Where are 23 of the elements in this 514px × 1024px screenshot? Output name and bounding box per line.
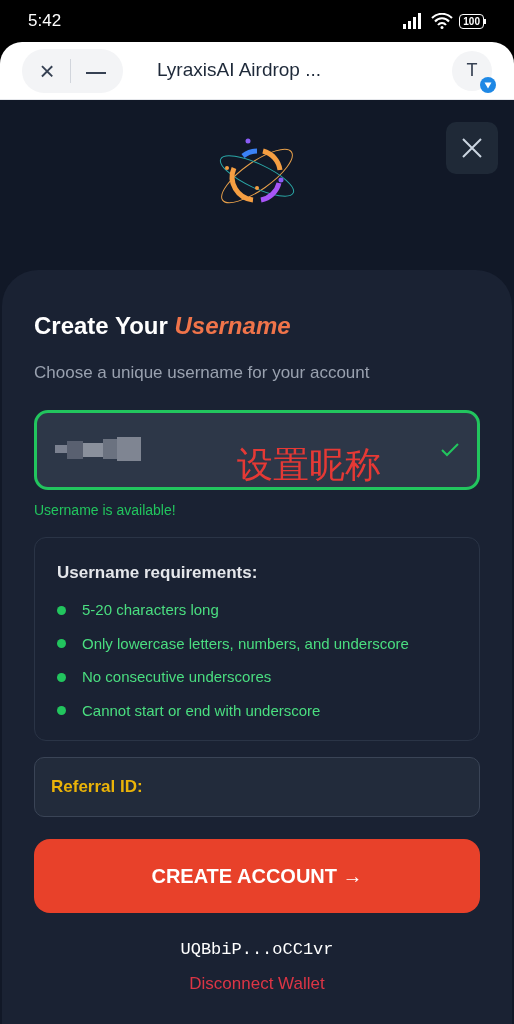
close-button[interactable] [446,122,498,174]
close-button[interactable]: × [34,57,60,84]
wifi-icon [431,13,454,29]
check-icon [441,442,459,457]
requirement-text: No consecutive underscores [82,667,272,687]
disconnect-link[interactable]: Disconnect Wallet [189,970,325,996]
form-subtitle: Choose a unique username for your account [34,362,371,384]
close-icon [461,137,483,159]
minimize-button[interactable]: — [81,60,111,81]
requirement-text: 5-20 characters long [82,600,219,620]
status-time: 5:42 [28,10,62,33]
form-title: Create Your Username [34,311,292,341]
page-title: LyraxisAI Airdrop ... [157,58,323,83]
requirement-text: Only lowercase letters, numbers, and underscore [82,633,409,654]
battery-icon: 100 [459,13,486,29]
referral-field[interactable]: Referral ID: [34,757,480,817]
annotation-text: 设置昵称 [237,446,381,483]
availability-message: Username is available! [34,500,177,520]
wallet-address: UQBbiP...oCC1vr [179,939,335,961]
create-account-button[interactable]: CREATE ACCOUNT → [34,839,480,913]
requirement-text: Cannot start or end with underscore [82,700,321,721]
avatar-button[interactable]: T [452,50,492,91]
requirements-title: Username requirements: [57,561,259,584]
